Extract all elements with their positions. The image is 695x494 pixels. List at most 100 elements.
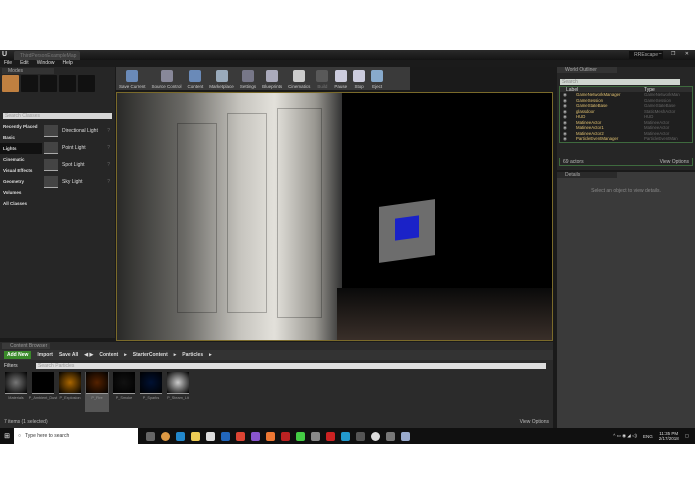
- terminal-icon[interactable]: [356, 431, 365, 441]
- view-options-button[interactable]: View Options: [520, 419, 549, 425]
- build-button[interactable]: Build: [313, 67, 331, 90]
- asset-tile[interactable]: P_Steam_Lit: [166, 372, 190, 412]
- pause-icon: [334, 70, 347, 82]
- visibility-eye-icon[interactable]: ◉: [560, 136, 576, 142]
- pause-button[interactable]: Pause: [331, 67, 350, 90]
- menu-window[interactable]: Window: [37, 60, 55, 67]
- powerpoint-icon[interactable]: [236, 431, 245, 441]
- content-browser-tab[interactable]: Content Browser: [2, 343, 50, 349]
- wechat-icon[interactable]: [296, 431, 305, 441]
- eject-button[interactable]: Eject: [368, 67, 386, 90]
- category-geometry[interactable]: Geometry: [0, 176, 42, 187]
- label: Stop: [354, 84, 364, 89]
- details-panel: Details Select an object to view details…: [557, 172, 695, 428]
- asset-tile[interactable]: P_Sparks: [139, 372, 163, 412]
- app-icon[interactable]: [386, 431, 395, 441]
- category-visual-effects[interactable]: Visual Effects: [0, 165, 42, 176]
- file-explorer-icon[interactable]: [191, 431, 200, 441]
- view-options-button[interactable]: View Options: [660, 159, 689, 165]
- paint-mode-icon[interactable]: [21, 75, 38, 92]
- filters-button[interactable]: Filters: [4, 363, 18, 369]
- window-controls[interactable]: – ❐ ✕: [659, 51, 693, 57]
- help-icon[interactable]: ?: [107, 128, 110, 134]
- taskbar-search-input[interactable]: ○ Type here to search: [14, 428, 138, 444]
- category-lights[interactable]: Lights: [0, 143, 42, 154]
- landscape-mode-icon[interactable]: [40, 75, 57, 92]
- add-new-button[interactable]: Add New: [4, 351, 32, 359]
- cinematics-button[interactable]: Cinematics: [285, 67, 313, 90]
- outliner-search-input[interactable]: Search: [560, 79, 680, 85]
- menu-help[interactable]: Help: [62, 60, 72, 67]
- clock[interactable]: 11:35 PM 2/17/2018: [659, 431, 679, 441]
- menu-file[interactable]: File: [4, 60, 12, 67]
- modes-tab[interactable]: Modes: [2, 68, 54, 74]
- store-icon[interactable]: [206, 431, 215, 441]
- asset-tile[interactable]: P_Ambient_Dust: [29, 372, 57, 412]
- word-icon[interactable]: [221, 431, 230, 441]
- back-forward-icon[interactable]: ◀ ▶: [84, 352, 93, 358]
- item-directional-light[interactable]: Directional Light?: [44, 122, 114, 139]
- breadcrumb-particles[interactable]: Particles: [182, 352, 203, 358]
- place-mode-icon[interactable]: [2, 75, 19, 92]
- save-all-button[interactable]: Save All: [59, 352, 78, 358]
- app-icon[interactable]: [311, 431, 320, 441]
- language-indicator[interactable]: ENG: [643, 434, 653, 439]
- matlab-icon[interactable]: [266, 431, 275, 441]
- app-icon[interactable]: [326, 431, 335, 441]
- visual-studio-icon[interactable]: [251, 431, 260, 441]
- eject-icon: [371, 70, 384, 82]
- task-view-icon[interactable]: [146, 431, 155, 441]
- level-viewport[interactable]: [116, 92, 553, 341]
- blueprints-button[interactable]: Blueprints: [259, 67, 285, 90]
- search-particles-input[interactable]: Search Particles: [36, 363, 546, 369]
- geometry-mode-icon[interactable]: [78, 75, 95, 92]
- foliage-mode-icon[interactable]: [59, 75, 76, 92]
- stop-button[interactable]: Stop: [350, 67, 368, 90]
- category-all-classes[interactable]: All Classes: [0, 198, 42, 209]
- item-sky-light[interactable]: Sky Light?: [44, 173, 114, 190]
- breadcrumb-startercontent[interactable]: StarterContent: [133, 352, 168, 358]
- edge-icon[interactable]: [176, 431, 185, 441]
- world-outliner-tab[interactable]: World Outliner: [557, 67, 617, 73]
- unreal-logo-icon: U: [2, 51, 8, 58]
- outliner-row[interactable]: ◉ ParticleEventManager ParticleEventMan: [560, 136, 692, 142]
- spot-light-icon: [44, 158, 58, 171]
- source-control-button[interactable]: Source Control: [149, 67, 185, 90]
- app-icon[interactable]: [341, 431, 350, 441]
- unreal-taskbar-icon[interactable]: [371, 431, 380, 441]
- chrome-icon[interactable]: [161, 431, 170, 441]
- asset-name: P_Fire: [91, 396, 103, 400]
- import-button[interactable]: Import: [37, 352, 53, 358]
- content-button[interactable]: Content: [185, 67, 207, 90]
- details-tab[interactable]: Details: [557, 172, 617, 178]
- door-mesh: [117, 93, 342, 340]
- acrobat-icon[interactable]: [281, 431, 290, 441]
- actor-type: ParticleEventMan: [644, 136, 678, 141]
- save-current-button[interactable]: Save Current: [116, 67, 149, 90]
- asset-tile[interactable]: Materials: [4, 372, 28, 412]
- breadcrumb-content[interactable]: Content: [99, 352, 118, 358]
- app-icon[interactable]: [401, 431, 410, 441]
- category-volumes[interactable]: Volumes: [0, 187, 42, 198]
- help-icon[interactable]: ?: [107, 179, 110, 185]
- tray-icons[interactable]: ^ ▭ ◉ ◢ ◁): [613, 433, 637, 439]
- category-cinematic[interactable]: Cinematic: [0, 154, 42, 165]
- help-icon[interactable]: ?: [107, 145, 110, 151]
- asset-tile[interactable]: P_Explosion: [58, 372, 82, 412]
- build-icon: [316, 70, 329, 82]
- level-tab[interactable]: ThirdPersonExampleMap: [14, 51, 80, 60]
- item-spot-light[interactable]: Spot Light?: [44, 156, 114, 173]
- search-classes-input[interactable]: Search Classes: [3, 113, 112, 119]
- notifications-icon[interactable]: ▢: [685, 433, 689, 439]
- windows-start-icon[interactable]: ⊞: [0, 432, 14, 440]
- item-point-light[interactable]: Point Light?: [44, 139, 114, 156]
- settings-button[interactable]: Settings: [237, 67, 259, 90]
- help-icon[interactable]: ?: [107, 162, 110, 168]
- asset-tile[interactable]: P_Smoke: [112, 372, 136, 412]
- asset-grid: Materials P_Ambient_Dust P_Explosion P_Fire…: [4, 372, 190, 412]
- marketplace-button[interactable]: Marketplace: [206, 67, 237, 90]
- asset-tile[interactable]: P_Fire: [85, 372, 109, 412]
- category-basic[interactable]: Basic: [0, 132, 42, 143]
- menu-edit[interactable]: Edit: [20, 60, 29, 67]
- category-recently-placed[interactable]: Recently Placed: [0, 121, 42, 132]
